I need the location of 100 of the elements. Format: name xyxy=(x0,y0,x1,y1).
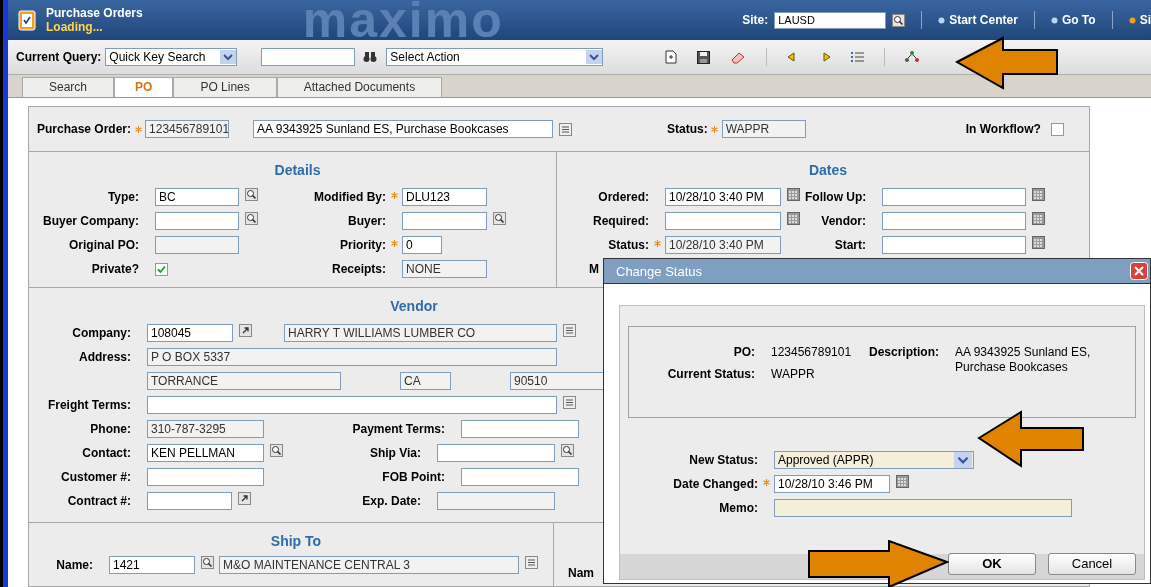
input-field[interactable]: M&O MAINTENANCE CENTRAL 3 xyxy=(219,556,519,574)
list-icon[interactable] xyxy=(851,51,865,63)
field-label: Receipts: xyxy=(331,262,386,276)
input-field[interactable]: BC xyxy=(155,188,239,206)
input-field[interactable] xyxy=(155,212,239,230)
input-field[interactable]: 0 xyxy=(402,236,442,254)
action-dropdown[interactable]: Select Action xyxy=(386,48,604,66)
close-icon[interactable] xyxy=(1130,262,1148,280)
arrow-square-icon[interactable] xyxy=(237,492,251,505)
input-field[interactable]: DLU123 xyxy=(402,188,487,206)
input-field[interactable] xyxy=(665,212,781,230)
workflow-icon[interactable] xyxy=(905,51,920,63)
chevron-icon[interactable] xyxy=(586,50,603,64)
input-field[interactable] xyxy=(461,420,579,438)
binoculars-icon[interactable] xyxy=(363,51,378,63)
input-field[interactable] xyxy=(882,188,1026,206)
input-field[interactable]: NONE xyxy=(402,260,487,278)
input-field[interactable] xyxy=(437,492,555,510)
input-field[interactable]: 10/28/10 3:46 PM xyxy=(774,475,890,493)
lookup-icon[interactable] xyxy=(244,188,258,201)
input-field[interactable] xyxy=(155,236,239,254)
lookup-icon[interactable] xyxy=(200,556,214,569)
input-field[interactable]: 123456789101 xyxy=(145,120,230,138)
ok-button[interactable]: OK xyxy=(948,552,1036,575)
input-field[interactable]: P O BOX 5337 xyxy=(147,348,557,366)
field-label: Start: xyxy=(834,238,866,252)
calendar-icon[interactable] xyxy=(1031,188,1045,201)
calendar-icon[interactable] xyxy=(1031,236,1045,249)
calendar-icon[interactable] xyxy=(786,188,800,201)
search-field[interactable] xyxy=(261,48,356,66)
header-link[interactable]: Si xyxy=(1128,13,1151,27)
checkbox[interactable] xyxy=(155,262,168,276)
input-field[interactable] xyxy=(147,468,264,486)
save-icon[interactable] xyxy=(697,50,711,64)
input-field[interactable]: WAPPR xyxy=(721,120,806,138)
chevron-icon[interactable] xyxy=(220,50,237,64)
lookup-icon[interactable] xyxy=(244,212,258,225)
input-field[interactable]: 10/28/10 3:40 PM xyxy=(665,188,781,206)
list-icon[interactable] xyxy=(562,396,576,409)
calendar-icon[interactable] xyxy=(1031,212,1045,225)
field-label: Ordered: xyxy=(598,190,649,204)
input-field[interactable] xyxy=(402,212,487,230)
input-field[interactable]: HARRY T WILLIAMS LUMBER CO xyxy=(284,324,557,342)
input-field[interactable] xyxy=(437,444,555,462)
memo-field[interactable] xyxy=(774,499,1072,517)
chevron-icon[interactable] xyxy=(954,452,972,468)
eraser-icon[interactable] xyxy=(730,50,747,64)
section-title: Details xyxy=(274,162,321,178)
lookup-icon[interactable] xyxy=(560,444,574,457)
input-field[interactable] xyxy=(882,236,1026,254)
input-field[interactable]: 90510 xyxy=(510,372,605,390)
calendar-icon[interactable] xyxy=(786,212,800,225)
clipboard-icon xyxy=(18,9,36,31)
field-label: Buyer Company: xyxy=(42,214,139,228)
field-label: Follow Up: xyxy=(805,190,867,204)
input-field[interactable] xyxy=(147,396,557,414)
field-label: Status: xyxy=(608,238,649,252)
input-field[interactable]: TORRANCE xyxy=(147,372,341,390)
query-dropdown[interactable]: Quick Key Search xyxy=(105,48,238,66)
field-label: Type: xyxy=(107,190,139,204)
arrow-square-icon[interactable] xyxy=(238,324,252,337)
header-link[interactable]: Go To xyxy=(1050,13,1096,27)
input-field[interactable]: CA xyxy=(400,372,451,390)
input-field[interactable]: 108045 xyxy=(147,324,233,342)
calendar-icon[interactable] xyxy=(895,475,909,488)
lookup-icon[interactable] xyxy=(269,444,283,457)
list-icon[interactable] xyxy=(524,556,538,569)
status-dropdown[interactable]: Approved (APPR) xyxy=(774,451,974,469)
lookup-icon[interactable] xyxy=(892,13,906,27)
next-icon[interactable] xyxy=(823,52,832,62)
field-label: Memo: xyxy=(719,501,758,515)
bullet-icon xyxy=(1050,16,1058,24)
checkbox[interactable] xyxy=(1050,122,1064,136)
list-icon[interactable] xyxy=(562,324,576,337)
input-field[interactable]: AA 9343925 Sunland ES, Purchase Bookcases xyxy=(253,120,554,138)
list-icon[interactable] xyxy=(558,122,572,136)
input-field[interactable]: 10/28/10 3:40 PM xyxy=(665,236,781,254)
input-field[interactable]: 310-787-3295 xyxy=(147,420,264,438)
cancel-button[interactable]: Cancel xyxy=(1048,552,1136,575)
field-label: Ship Via: xyxy=(369,446,421,460)
input-field[interactable] xyxy=(461,468,579,486)
new-document-icon[interactable] xyxy=(665,50,678,64)
previous-icon[interactable] xyxy=(787,52,796,62)
tab[interactable]: Search xyxy=(22,77,115,97)
field-label: Contract #: xyxy=(67,494,131,508)
tab[interactable]: Attached Documents xyxy=(276,77,443,97)
site-field[interactable]: LAUSD xyxy=(774,11,887,29)
header-link[interactable]: Start Center xyxy=(938,13,1018,27)
lookup-icon[interactable] xyxy=(492,212,506,225)
field-label: Status: xyxy=(667,122,708,136)
field-label: New Status: xyxy=(689,453,758,467)
input-field[interactable] xyxy=(147,492,232,510)
input-field[interactable] xyxy=(882,212,1026,230)
tab[interactable]: PO Lines xyxy=(173,77,277,97)
input-field[interactable]: KEN PELLMAN xyxy=(147,444,264,462)
field-label: Current Status: xyxy=(666,367,755,381)
field-label: Company: xyxy=(72,326,131,340)
input-field[interactable]: 1421 xyxy=(109,556,195,574)
field-label: Phone: xyxy=(90,422,131,436)
section-title: Ship To xyxy=(270,533,322,549)
